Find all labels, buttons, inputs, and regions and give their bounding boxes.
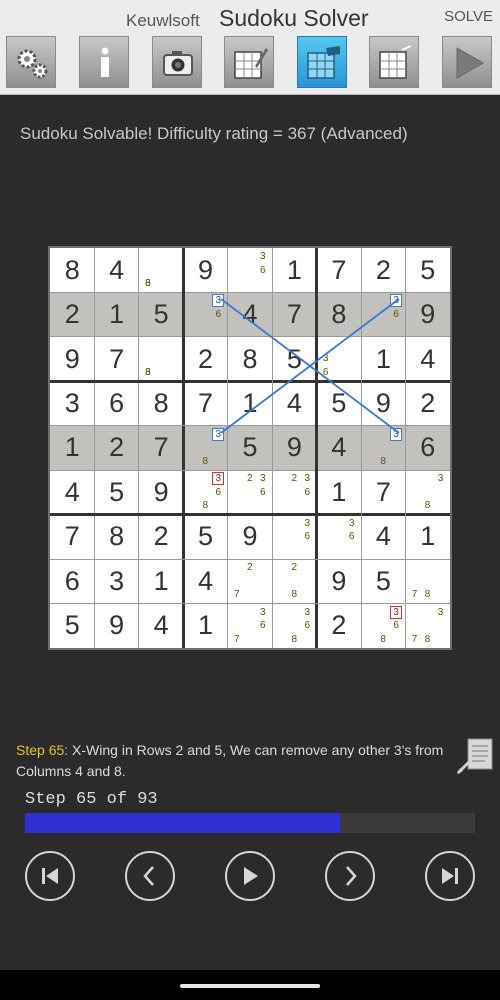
- next-step-icon: [346, 866, 357, 886]
- step-counter: Step 65 of 93: [25, 790, 158, 809]
- camera-icon: [163, 51, 193, 76]
- step-description: Step 65: X-Wing in Rows 2 and 5, We can …: [16, 740, 446, 782]
- play-icon: [456, 47, 485, 79]
- step-progress-bar[interactable]: [25, 813, 475, 833]
- camera-button[interactable]: [152, 36, 202, 88]
- step-text: X-Wing in Rows 2 and 5, We can remove an…: [16, 742, 444, 779]
- notes-icon[interactable]: [455, 736, 495, 776]
- sudoku-board[interactable]: 8436936172521536478369973628536143687145…: [48, 246, 452, 650]
- step-label: Step 65:: [16, 742, 69, 758]
- clear-grid-button[interactable]: [369, 36, 419, 88]
- home-gesture-handle[interactable]: [180, 984, 320, 988]
- step-progress-fill: [25, 813, 340, 833]
- play-button[interactable]: [225, 851, 275, 901]
- edit-grid-icon: [234, 48, 268, 79]
- info-icon: [101, 47, 109, 77]
- app-title: Sudoku Solver: [219, 5, 369, 31]
- edit-grid-button[interactable]: [224, 36, 274, 88]
- toolbar: [0, 36, 500, 95]
- last-step-icon: [442, 868, 458, 884]
- first-step-button[interactable]: [25, 851, 75, 901]
- info-button[interactable]: [79, 36, 129, 88]
- clear-grid-icon: [379, 45, 412, 79]
- solve-label[interactable]: SOLVE: [444, 8, 493, 25]
- first-step-icon: [42, 868, 58, 884]
- solve-grid-button[interactable]: [297, 36, 347, 88]
- xwing-lines: [220, 298, 400, 434]
- play-icon: [244, 867, 258, 885]
- settings-button[interactable]: [6, 36, 56, 88]
- last-step-button[interactable]: [425, 851, 475, 901]
- solvable-status: Sudoku Solvable! Difficulty rating = 367…: [20, 124, 408, 143]
- app-brand: Keuwlsoft: [126, 11, 200, 30]
- settings-icon: [17, 49, 48, 79]
- previous-step-button[interactable]: [125, 851, 175, 901]
- system-nav-bar: [0, 970, 500, 1000]
- previous-step-icon: [143, 866, 154, 886]
- solve-grid-icon: [307, 46, 340, 79]
- app-titlebar: Keuwlsoft Sudoku Solver SOLVE: [0, 0, 500, 36]
- next-step-button[interactable]: [325, 851, 375, 901]
- play-solution-button[interactable]: [442, 36, 492, 88]
